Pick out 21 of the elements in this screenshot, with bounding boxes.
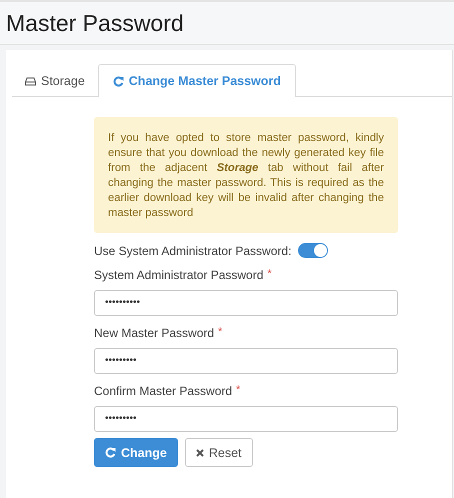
password-field[interactable]: ••••••••• <box>94 348 398 374</box>
tab[interactable]: Storage <box>12 64 98 97</box>
change-button[interactable]: Change <box>94 438 178 467</box>
field-label: System Administrator Password <box>94 268 264 282</box>
required-asterisk: * <box>218 326 222 340</box>
refresh-icon <box>112 76 124 86</box>
toggle-label: Use System Administrator Password: <box>94 244 292 258</box>
reset-button[interactable]: Reset <box>184 438 252 467</box>
required-asterisk: * <box>267 268 272 282</box>
close-icon <box>196 448 204 456</box>
refresh-icon <box>105 447 116 458</box>
password-field[interactable]: ••••••••• <box>94 406 398 432</box>
warning-alert: If you have opted to store master password, kindly ensure that you download the newly generated key file from the adjacent Storage tab without fail after changing the master password. This is required as the earlier download key will be invalid after changing the master password <box>94 117 398 233</box>
page-title: Master Password <box>6 10 184 36</box>
tab[interactable]: Change Master Password <box>98 64 296 97</box>
drive-icon <box>25 76 36 86</box>
field-label: New Master Password <box>94 326 214 340</box>
required-asterisk: * <box>236 384 240 398</box>
toggle-switch[interactable] <box>298 243 328 258</box>
password-field[interactable]: •••••••••• <box>94 290 398 316</box>
field-label: Confirm Master Password <box>94 384 232 398</box>
